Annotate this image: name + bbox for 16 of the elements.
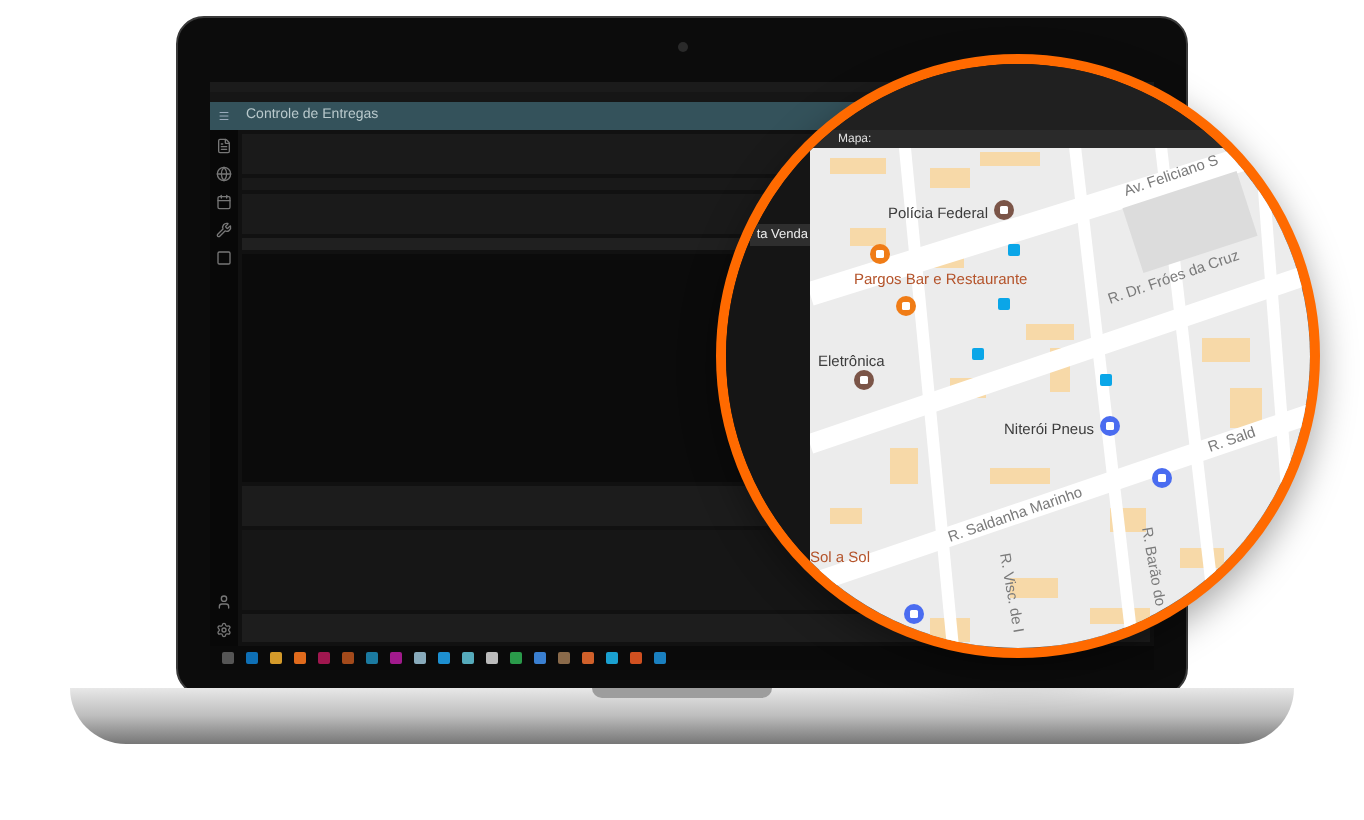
square-icon[interactable] — [216, 250, 232, 266]
globe-icon[interactable] — [216, 166, 232, 182]
settings-icon[interactable] — [216, 622, 232, 638]
user-icon[interactable] — [216, 594, 232, 610]
shopping-bag-pin-icon[interactable] — [1152, 468, 1172, 488]
shopping-bag-pin-icon[interactable] — [1100, 416, 1120, 436]
shop-pin-icon[interactable] — [854, 370, 874, 390]
calendar-icon[interactable] — [216, 194, 232, 210]
wrench-icon[interactable] — [216, 222, 232, 238]
menu-icon[interactable] — [218, 110, 230, 122]
police-pin-icon[interactable] — [994, 200, 1014, 220]
restaurant-pin-icon[interactable] — [896, 296, 916, 316]
restaurant-pin-icon[interactable] — [870, 244, 890, 264]
camera-icon — [678, 42, 688, 52]
document-icon[interactable] — [216, 138, 232, 154]
shopping-bag-pin-icon[interactable] — [904, 604, 924, 624]
